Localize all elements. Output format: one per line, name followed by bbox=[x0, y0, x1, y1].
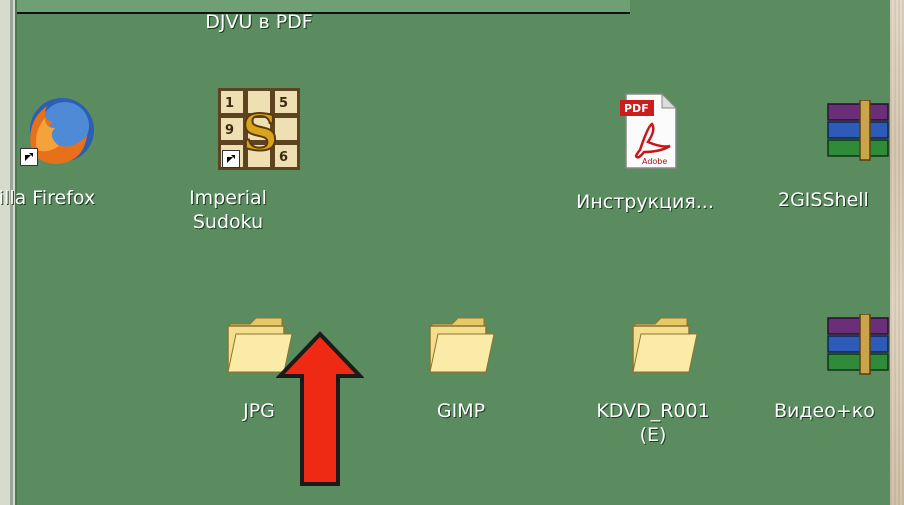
desktop-icon-instruction-pdf[interactable]: PDF Adobe Инструкция... bbox=[568, 90, 718, 230]
desktop-icon-kdvd-folder[interactable]: KDVD_R001 (E) bbox=[583, 310, 733, 460]
desktop-icon-djvu-to-pdf[interactable]: DJVU в PDF bbox=[184, 0, 354, 40]
svg-text:9: 9 bbox=[225, 123, 234, 138]
desktop-icon-firefox[interactable]: zilla Firefox bbox=[0, 92, 95, 222]
desktop-icon-imperial-sudoku[interactable]: 1 5 9 6 S Imperial Sudoku bbox=[186, 88, 336, 258]
desktop-icon-video-archive[interactable]: Видео+ко bbox=[760, 314, 904, 444]
rar-archive-icon bbox=[827, 100, 889, 161]
red-arrow-up-icon bbox=[276, 331, 364, 486]
icon-label-instruction-pdf: Инструкция... bbox=[576, 191, 714, 213]
svg-text:Adobe: Adobe bbox=[642, 157, 667, 166]
desktop-icon-gimp-folder[interactable]: GIMP bbox=[386, 310, 536, 440]
partial-left-window bbox=[0, 0, 17, 505]
svg-text:S: S bbox=[242, 103, 278, 162]
icon-label-2gisshell: 2GISShell bbox=[778, 189, 869, 211]
folder-icon bbox=[632, 317, 698, 373]
svg-text:PDF: PDF bbox=[624, 102, 649, 115]
icon-label-video-archive: Видео+ко bbox=[774, 400, 875, 422]
icon-label-kdvd: KDVD_R001 (E) bbox=[596, 400, 710, 446]
shortcut-arrow-icon bbox=[222, 150, 240, 168]
icon-label-gimp: GIMP bbox=[436, 400, 486, 422]
desktop[interactable]: DJVU в PDF zilla Firefox 1 5 9 6 S bbox=[0, 0, 904, 505]
svg-text:1: 1 bbox=[225, 96, 234, 111]
rar-archive-icon bbox=[827, 314, 889, 375]
svg-text:6: 6 bbox=[279, 150, 288, 165]
icon-label-firefox: zilla Firefox bbox=[0, 187, 96, 209]
svg-text:5: 5 bbox=[279, 96, 288, 111]
shortcut-arrow-icon bbox=[20, 148, 38, 166]
icon-label-djvu-to-pdf: DJVU в PDF bbox=[205, 11, 313, 33]
pdf-document-icon: PDF Adobe bbox=[620, 92, 678, 169]
folder-icon bbox=[429, 317, 495, 373]
decorative-right-border bbox=[890, 0, 904, 505]
icon-label-imperial-sudoku: Imperial Sudoku bbox=[189, 187, 267, 233]
desktop-icon-2gisshell[interactable]: 2GISShell bbox=[760, 100, 904, 240]
